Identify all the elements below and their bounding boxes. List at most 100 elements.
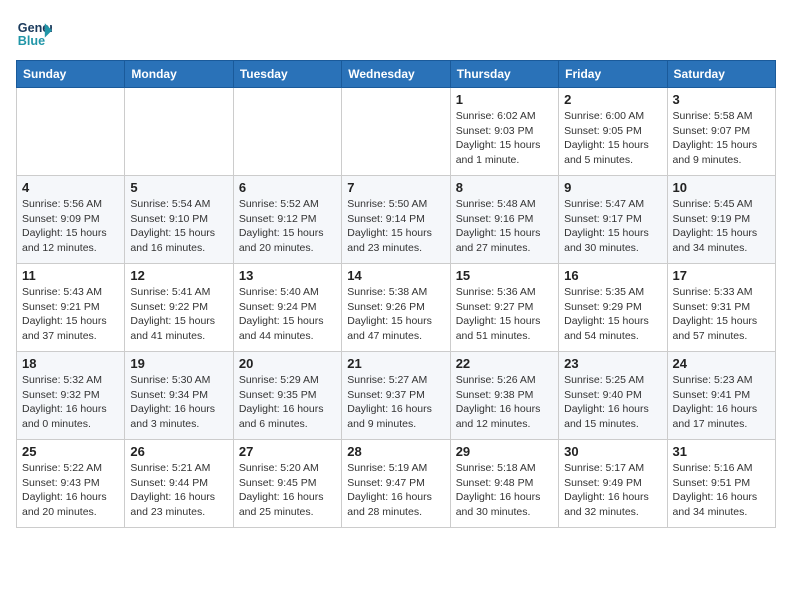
day-number: 8: [456, 180, 553, 195]
day-info: Sunrise: 5:23 AM Sunset: 9:41 PM Dayligh…: [673, 373, 770, 432]
day-number: 19: [130, 356, 227, 371]
day-number: 31: [673, 444, 770, 459]
week-row-4: 18 Sunrise: 5:32 AM Sunset: 9:32 PM Dayli…: [17, 352, 776, 440]
day-number: 1: [456, 92, 553, 107]
week-row-1: 1 Sunrise: 6:02 AM Sunset: 9:03 PM Daylig…: [17, 88, 776, 176]
day-info: Sunrise: 5:30 AM Sunset: 9:34 PM Dayligh…: [130, 373, 227, 432]
day-number: 20: [239, 356, 336, 371]
calendar-cell: 29 Sunrise: 5:18 AM Sunset: 9:48 PM Dayli…: [450, 440, 558, 528]
calendar-cell: 1 Sunrise: 6:02 AM Sunset: 9:03 PM Daylig…: [450, 88, 558, 176]
day-info: Sunrise: 5:58 AM Sunset: 9:07 PM Dayligh…: [673, 109, 770, 168]
calendar-cell: 23Sunrise: 5:25 AM Sunset: 9:40 PM Dayli…: [559, 352, 667, 440]
calendar-cell: 18 Sunrise: 5:32 AM Sunset: 9:32 PM Dayli…: [17, 352, 125, 440]
day-info: Sunrise: 5:43 AM Sunset: 9:21 PM Dayligh…: [22, 285, 119, 344]
weekday-header-thursday: Thursday: [450, 61, 558, 88]
calendar-cell: 14 Sunrise: 5:38 AM Sunset: 9:26 PM Dayli…: [342, 264, 450, 352]
week-row-3: 11Sunrise: 5:43 AM Sunset: 9:21 PM Dayli…: [17, 264, 776, 352]
day-info: Sunrise: 5:56 AM Sunset: 9:09 PM Dayligh…: [22, 197, 119, 256]
day-number: 18: [22, 356, 119, 371]
day-number: 4: [22, 180, 119, 195]
calendar-cell: [233, 88, 341, 176]
calendar-cell: [125, 88, 233, 176]
day-info: Sunrise: 5:40 AM Sunset: 9:24 PM Dayligh…: [239, 285, 336, 344]
calendar-cell: 16 Sunrise: 5:35 AM Sunset: 9:29 PM Dayli…: [559, 264, 667, 352]
calendar-cell: 12 Sunrise: 5:41 AM Sunset: 9:22 PM Dayli…: [125, 264, 233, 352]
day-info: Sunrise: 5:36 AM Sunset: 9:27 PM Dayligh…: [456, 285, 553, 344]
day-number: 2: [564, 92, 661, 107]
day-info: Sunrise: 6:02 AM Sunset: 9:03 PM Dayligh…: [456, 109, 553, 168]
day-number: 16: [564, 268, 661, 283]
day-number: 5: [130, 180, 227, 195]
day-number: 17: [673, 268, 770, 283]
day-number: 21: [347, 356, 444, 371]
day-number: 26: [130, 444, 227, 459]
day-info: Sunrise: 5:17 AM Sunset: 9:49 PM Dayligh…: [564, 461, 661, 520]
day-info: Sunrise: 5:45 AM Sunset: 9:19 PM Dayligh…: [673, 197, 770, 256]
weekday-header-sunday: Sunday: [17, 61, 125, 88]
calendar-cell: 27 Sunrise: 5:20 AM Sunset: 9:45 PM Dayli…: [233, 440, 341, 528]
day-number: 15: [456, 268, 553, 283]
calendar-cell: 20 Sunrise: 5:29 AM Sunset: 9:35 PM Dayli…: [233, 352, 341, 440]
day-info: Sunrise: 5:32 AM Sunset: 9:32 PM Dayligh…: [22, 373, 119, 432]
day-info: Sunrise: 5:50 AM Sunset: 9:14 PM Dayligh…: [347, 197, 444, 256]
day-number: 12: [130, 268, 227, 283]
weekday-header-row: SundayMondayTuesdayWednesdayThursdayFrid…: [17, 61, 776, 88]
calendar-cell: 9 Sunrise: 5:47 AM Sunset: 9:17 PM Daylig…: [559, 176, 667, 264]
day-number: 14: [347, 268, 444, 283]
weekday-header-tuesday: Tuesday: [233, 61, 341, 88]
day-info: Sunrise: 5:33 AM Sunset: 9:31 PM Dayligh…: [673, 285, 770, 344]
day-info: Sunrise: 5:16 AM Sunset: 9:51 PM Dayligh…: [673, 461, 770, 520]
calendar-cell: 25Sunrise: 5:22 AM Sunset: 9:43 PM Dayli…: [17, 440, 125, 528]
calendar-cell: 24 Sunrise: 5:23 AM Sunset: 9:41 PM Dayli…: [667, 352, 775, 440]
day-number: 22: [456, 356, 553, 371]
day-info: Sunrise: 5:20 AM Sunset: 9:45 PM Dayligh…: [239, 461, 336, 520]
calendar-cell: 8 Sunrise: 5:48 AM Sunset: 9:16 PM Daylig…: [450, 176, 558, 264]
day-info: Sunrise: 5:27 AM Sunset: 9:37 PM Dayligh…: [347, 373, 444, 432]
day-info: Sunrise: 5:47 AM Sunset: 9:17 PM Dayligh…: [564, 197, 661, 256]
calendar-cell: 2 Sunrise: 6:00 AM Sunset: 9:05 PM Daylig…: [559, 88, 667, 176]
calendar-cell: 28 Sunrise: 5:19 AM Sunset: 9:47 PM Dayli…: [342, 440, 450, 528]
logo-icon: General Blue: [16, 16, 52, 52]
calendar-cell: 10Sunrise: 5:45 AM Sunset: 9:19 PM Dayli…: [667, 176, 775, 264]
day-info: Sunrise: 5:35 AM Sunset: 9:29 PM Dayligh…: [564, 285, 661, 344]
day-number: 24: [673, 356, 770, 371]
page-header: General Blue: [16, 16, 776, 52]
day-number: 7: [347, 180, 444, 195]
day-number: 13: [239, 268, 336, 283]
calendar-cell: [17, 88, 125, 176]
day-info: Sunrise: 5:19 AM Sunset: 9:47 PM Dayligh…: [347, 461, 444, 520]
calendar-table: SundayMondayTuesdayWednesdayThursdayFrid…: [16, 60, 776, 528]
calendar-cell: 30Sunrise: 5:17 AM Sunset: 9:49 PM Dayli…: [559, 440, 667, 528]
day-info: Sunrise: 5:52 AM Sunset: 9:12 PM Dayligh…: [239, 197, 336, 256]
day-number: 9: [564, 180, 661, 195]
calendar-cell: 3 Sunrise: 5:58 AM Sunset: 9:07 PM Daylig…: [667, 88, 775, 176]
calendar-cell: 22Sunrise: 5:26 AM Sunset: 9:38 PM Dayli…: [450, 352, 558, 440]
weekday-header-saturday: Saturday: [667, 61, 775, 88]
calendar-cell: [342, 88, 450, 176]
day-info: Sunrise: 5:41 AM Sunset: 9:22 PM Dayligh…: [130, 285, 227, 344]
calendar-cell: 11Sunrise: 5:43 AM Sunset: 9:21 PM Dayli…: [17, 264, 125, 352]
day-number: 6: [239, 180, 336, 195]
day-info: Sunrise: 5:29 AM Sunset: 9:35 PM Dayligh…: [239, 373, 336, 432]
day-number: 3: [673, 92, 770, 107]
day-number: 28: [347, 444, 444, 459]
weekday-header-friday: Friday: [559, 61, 667, 88]
day-info: Sunrise: 5:18 AM Sunset: 9:48 PM Dayligh…: [456, 461, 553, 520]
calendar-cell: 13 Sunrise: 5:40 AM Sunset: 9:24 PM Dayli…: [233, 264, 341, 352]
day-info: Sunrise: 5:48 AM Sunset: 9:16 PM Dayligh…: [456, 197, 553, 256]
calendar-cell: 6 Sunrise: 5:52 AM Sunset: 9:12 PM Daylig…: [233, 176, 341, 264]
day-info: Sunrise: 5:22 AM Sunset: 9:43 PM Dayligh…: [22, 461, 119, 520]
day-info: Sunrise: 5:54 AM Sunset: 9:10 PM Dayligh…: [130, 197, 227, 256]
day-number: 27: [239, 444, 336, 459]
week-row-2: 4 Sunrise: 5:56 AM Sunset: 9:09 PM Daylig…: [17, 176, 776, 264]
day-info: Sunrise: 5:38 AM Sunset: 9:26 PM Dayligh…: [347, 285, 444, 344]
weekday-header-monday: Monday: [125, 61, 233, 88]
day-info: Sunrise: 6:00 AM Sunset: 9:05 PM Dayligh…: [564, 109, 661, 168]
day-number: 29: [456, 444, 553, 459]
svg-text:Blue: Blue: [18, 34, 45, 48]
calendar-cell: 19 Sunrise: 5:30 AM Sunset: 9:34 PM Dayli…: [125, 352, 233, 440]
calendar-cell: 17 Sunrise: 5:33 AM Sunset: 9:31 PM Dayli…: [667, 264, 775, 352]
calendar-cell: 31 Sunrise: 5:16 AM Sunset: 9:51 PM Dayli…: [667, 440, 775, 528]
calendar-cell: 15 Sunrise: 5:36 AM Sunset: 9:27 PM Dayli…: [450, 264, 558, 352]
day-number: 23: [564, 356, 661, 371]
